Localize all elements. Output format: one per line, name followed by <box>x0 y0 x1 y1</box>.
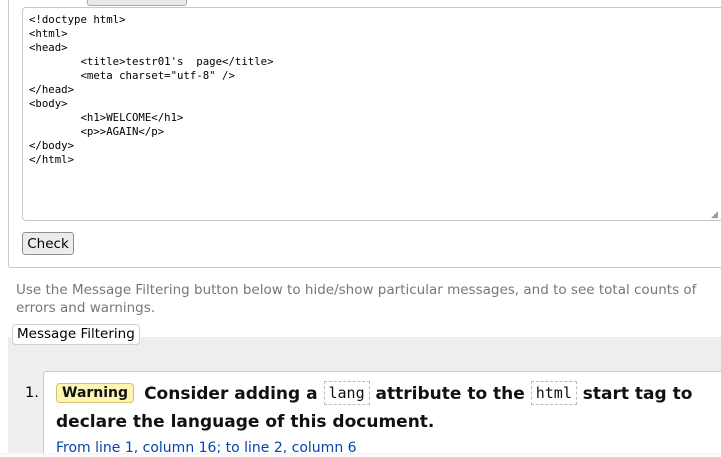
warning-badge: Warning <box>56 383 135 403</box>
message-number: 1. <box>25 385 39 401</box>
bottom-fade <box>0 453 721 457</box>
message-text-middle: attribute to the <box>375 384 525 404</box>
resize-grip-icon[interactable]: ◢ <box>711 210 721 220</box>
code-lang: lang <box>323 381 370 405</box>
message-text-before: Consider adding a <box>144 384 318 404</box>
validator-page: ▾ <!doctype html> <html> <head> <title>t… <box>0 0 721 457</box>
message-text: Warning Consider adding a lang attribute … <box>56 380 696 436</box>
code-html: html <box>530 381 577 405</box>
check-button[interactable]: Check <box>22 232 74 255</box>
top-control-label: ▾ <box>73 0 83 2</box>
source-code-textarea[interactable]: <!doctype html> <html> <head> <title>tes… <box>22 7 721 221</box>
file-input-button[interactable] <box>87 0 187 6</box>
message-filtering-button[interactable]: Message Filtering <box>12 324 140 345</box>
filter-instructions: Use the Message Filtering button below t… <box>16 282 697 316</box>
